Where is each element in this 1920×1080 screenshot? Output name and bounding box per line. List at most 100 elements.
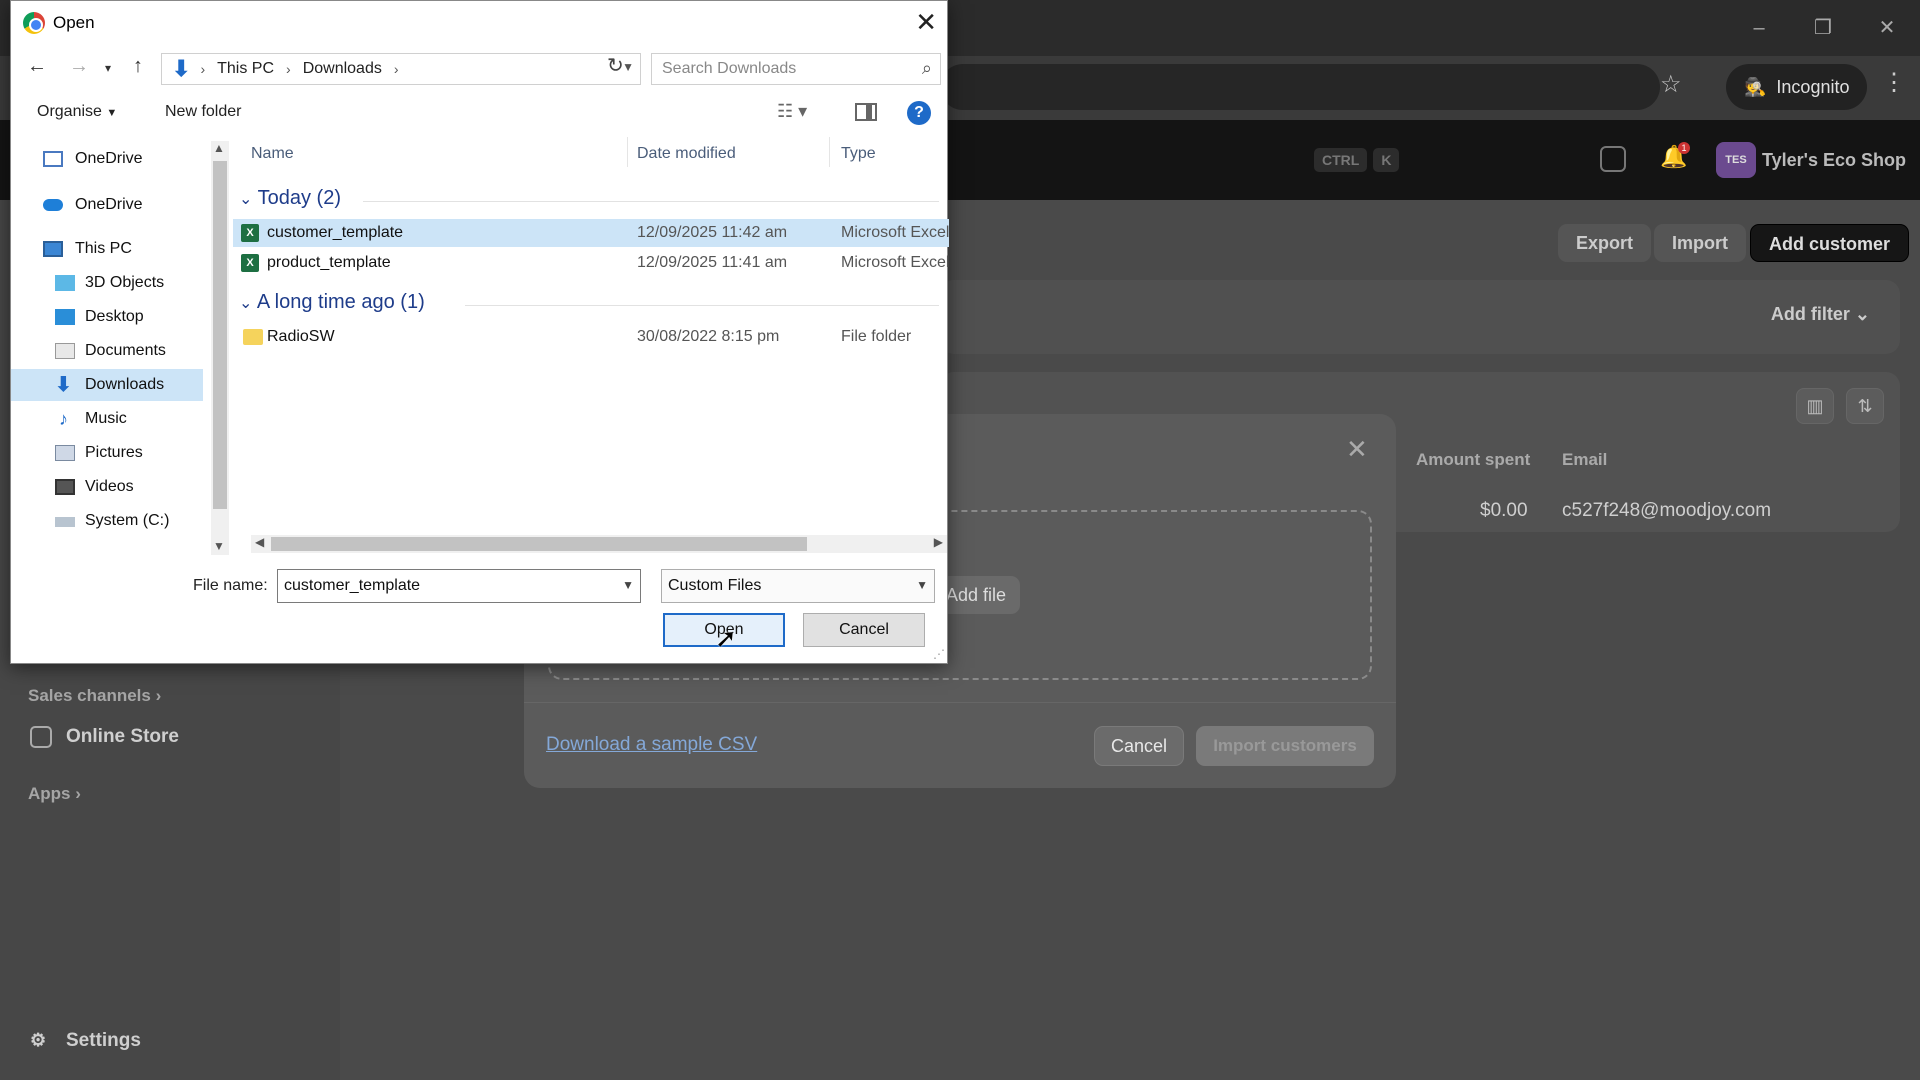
up-arrow-icon[interactable]: ↑ — [133, 55, 143, 78]
forward-arrow-icon[interactable]: → — [69, 55, 89, 78]
column-header-name[interactable]: Name — [251, 145, 294, 163]
file-type: Microsoft Excel — [841, 224, 949, 241]
scroll-up-icon[interactable]: ▲ — [213, 141, 225, 155]
column-header-email[interactable]: Email — [1562, 450, 1607, 470]
divider — [465, 305, 939, 306]
nav-item-label: 3D Objects — [85, 274, 165, 291]
cell-email: c527f248@moodjoy.com — [1562, 500, 1772, 521]
view-options-icon[interactable]: ☷ ▾ — [777, 101, 807, 122]
bookmark-star-icon[interactable]: ☆ — [1660, 70, 1682, 99]
column-header-date-modified[interactable]: Date modified — [637, 145, 736, 163]
preview-pane-icon[interactable] — [855, 103, 877, 121]
nav-item-label: Videos — [85, 478, 134, 495]
search-input[interactable]: Search Downloads ⌕ — [651, 53, 941, 85]
sidebar-item-online-store[interactable]: Online Store — [66, 726, 179, 748]
new-folder-button[interactable]: New folder — [165, 103, 241, 121]
back-arrow-icon[interactable]: ← — [27, 55, 47, 78]
add-file-button[interactable]: Add file — [940, 576, 1020, 614]
breadcrumb-separator: › — [393, 61, 399, 77]
column-divider[interactable] — [829, 137, 830, 167]
help-icon[interactable]: ? — [907, 101, 931, 125]
minimize-icon[interactable]: – — [1744, 14, 1774, 42]
file-name-field[interactable]: customer_template ▼ — [277, 569, 641, 603]
organise-label: Organise — [37, 103, 102, 120]
nav-item-pictures[interactable]: Pictures — [11, 437, 203, 469]
export-button[interactable]: Export — [1558, 224, 1652, 262]
nav-item-this-pc[interactable]: This PC — [11, 233, 203, 265]
search-icon: ⌕ — [921, 58, 932, 78]
group-header-today[interactable]: ⌄ Today (2) — [239, 187, 341, 210]
organise-menu[interactable]: Organise ▼ — [37, 103, 117, 121]
cell-amount: $0.00 — [1480, 500, 1528, 521]
file-type-value: Custom Files — [668, 577, 762, 594]
import-customers-button[interactable]: Import customers — [1196, 726, 1374, 766]
group-header-long-ago[interactable]: ⌄ A long time ago (1) — [239, 291, 425, 314]
incognito-indicator[interactable]: 🕵 Incognito — [1726, 64, 1868, 110]
breadcrumb-this-pc[interactable]: This PC — [217, 60, 274, 78]
search-shortcut: CTRL K — [1314, 148, 1400, 172]
column-header-type[interactable]: Type — [841, 145, 876, 163]
restore-icon[interactable]: ❐ — [1808, 14, 1838, 42]
sidebar-section-sales-channels[interactable]: Sales channels › — [28, 686, 161, 706]
shop-name[interactable]: Tyler's Eco Shop — [1762, 150, 1906, 171]
nav-item-desktop[interactable]: Desktop — [11, 301, 203, 333]
cloud-icon — [43, 199, 63, 211]
excel-file-icon: X — [241, 254, 259, 272]
download-sample-csv-link[interactable]: Download a sample CSV — [546, 734, 757, 756]
address-bar[interactable] — [940, 64, 1660, 110]
store-icon[interactable] — [1600, 146, 1626, 172]
avatar[interactable]: TES — [1716, 142, 1756, 178]
browser-menu-icon[interactable]: ⋮ — [1882, 68, 1906, 97]
file-type: Microsoft Excel — [841, 254, 949, 271]
nav-item-music[interactable]: ♪ Music — [11, 403, 203, 435]
scroll-right-icon[interactable]: ▶ — [934, 535, 943, 549]
file-date: 12/09/2025 11:42 am — [637, 224, 788, 241]
refresh-icon[interactable]: ↻ — [607, 53, 624, 78]
open-file-dialog: Open ✕ ← → ▾ ↑ ⬇ › This PC › Downloads ›… — [10, 0, 949, 664]
scroll-left-icon[interactable]: ◀ — [255, 535, 264, 549]
breadcrumb[interactable]: ⬇ › This PC › Downloads › ▼ — [161, 53, 641, 85]
nav-item-system-c[interactable]: System (C:) — [11, 505, 203, 537]
nav-item-videos[interactable]: Videos — [11, 471, 203, 503]
columns-icon[interactable]: ▥ — [1796, 388, 1834, 424]
import-button[interactable]: Import — [1654, 224, 1746, 262]
chevron-down-icon[interactable]: ▼ — [622, 578, 634, 592]
divider — [363, 201, 939, 202]
close-icon[interactable]: ✕ — [915, 7, 937, 38]
add-customer-button[interactable]: Add customer — [1750, 224, 1910, 262]
file-list-scrollbar-thumb[interactable] — [271, 537, 807, 551]
column-divider[interactable] — [627, 137, 628, 167]
list-item[interactable]: X product_template 12/09/2025 11:41 am M… — [233, 249, 949, 277]
computer-icon — [43, 241, 63, 257]
modal-cancel-button[interactable]: Cancel — [1094, 726, 1184, 766]
nav-item-onedrive[interactable]: OneDrive — [11, 143, 203, 175]
nav-item-3d-objects[interactable]: 3D Objects — [11, 267, 203, 299]
online-store-icon — [30, 726, 52, 748]
breadcrumb-downloads[interactable]: Downloads — [303, 60, 382, 78]
nav-item-documents[interactable]: Documents — [11, 335, 203, 367]
column-header-amount[interactable]: Amount spent — [1416, 450, 1530, 470]
sidebar-item-settings[interactable]: Settings — [66, 1030, 141, 1052]
sidebar-section-apps[interactable]: Apps › — [28, 784, 81, 804]
chevron-down-icon[interactable]: ▼ — [622, 60, 634, 74]
list-item[interactable]: RadioSW 30/08/2022 8:15 pm File folder — [233, 323, 949, 351]
nav-item-onedrive-cloud[interactable]: OneDrive — [11, 189, 203, 221]
scroll-down-icon[interactable]: ▼ — [213, 539, 225, 553]
file-list-scrollbar[interactable]: ◀ ▶ — [251, 535, 947, 553]
sort-icon[interactable]: ⇅ — [1846, 388, 1884, 424]
search-placeholder: Search Downloads — [662, 60, 797, 77]
cancel-button[interactable]: Cancel — [803, 613, 925, 647]
add-filter-button[interactable]: Add filter ⌄ — [1771, 304, 1870, 325]
nav-item-downloads[interactable]: ⬇ Downloads — [11, 369, 203, 401]
list-item[interactable]: X customer_template 12/09/2025 11:42 am … — [233, 219, 949, 247]
recent-locations-icon[interactable]: ▾ — [105, 61, 111, 75]
file-list: Name Date modified Type ⌄ Today (2) X cu… — [233, 133, 949, 541]
document-icon — [55, 343, 75, 359]
nav-scrollbar-thumb[interactable] — [213, 161, 227, 509]
window-close-icon[interactable]: ✕ — [1872, 14, 1902, 42]
apps-label: Apps — [28, 784, 71, 803]
close-icon[interactable]: ✕ — [1346, 434, 1368, 465]
chevron-right-icon: › — [155, 686, 162, 705]
resize-grip-icon[interactable]: ⋰ — [933, 647, 945, 661]
file-type-select[interactable]: Custom Files ▼ — [661, 569, 935, 603]
